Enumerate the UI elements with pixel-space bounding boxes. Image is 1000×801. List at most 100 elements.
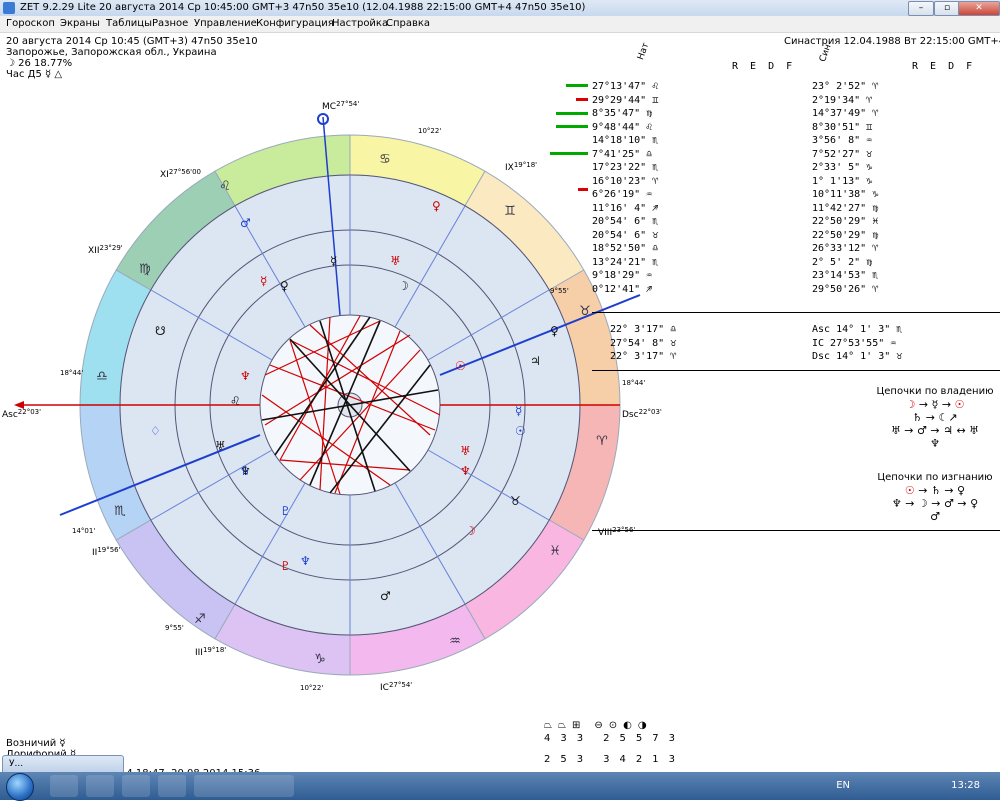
svg-text:♃: ♃	[530, 354, 541, 368]
svg-text:♍: ♍	[139, 262, 151, 277]
table-row[interactable]: 7°41'25" ♎	[592, 148, 658, 162]
svg-text:☿: ☿	[330, 254, 337, 268]
table-separator	[592, 312, 1000, 313]
table-row[interactable]: 0°12'41" ♐	[592, 283, 658, 297]
table-row[interactable]: 2°19'34" ♈	[812, 94, 878, 108]
menu-screens[interactable]: Экраны	[60, 18, 100, 29]
table-row[interactable]: 11°16' 4" ♐	[592, 202, 658, 216]
table-row[interactable]: 29°50'26" ♈	[812, 283, 878, 297]
natal-header: Нат	[636, 41, 652, 62]
table-row[interactable]: Asc 14° 1' 3" ♏	[812, 323, 902, 337]
table-row[interactable]: 2°33' 5" ♑	[812, 161, 878, 175]
natal-cols: R E D F	[732, 61, 793, 72]
vozn-label: Возничий ☿	[6, 738, 66, 749]
taskbar-icon[interactable]	[122, 775, 150, 797]
table-row[interactable]: 23° 2'52" ♈	[812, 80, 878, 94]
taskbar: EN 13:28	[0, 772, 1000, 801]
exile-chains-title: Цепочки по изгнанию	[877, 472, 993, 483]
table-row[interactable]: 18°52'50" ♎	[592, 242, 658, 256]
table-row[interactable]: 16°10'23" ♈	[592, 175, 658, 189]
table-separator	[592, 530, 1000, 531]
table-row[interactable]: 14°18'10" ♏	[592, 134, 658, 148]
menu-horoscope[interactable]: Гороскоп	[6, 18, 55, 29]
svg-text:♐: ♐	[194, 612, 206, 627]
table-row[interactable]: 7°52'27" ♉	[812, 148, 878, 162]
deg-label: 10°22'	[300, 684, 323, 692]
natal-angles-table: 22° 3'17" ♎ 27°54' 8" ♉ 22° 3'17" ♈	[610, 323, 676, 364]
table-row[interactable]: IC 27°53'55" ♒	[812, 337, 902, 351]
table-row[interactable]: 23°14'53" ♏	[812, 269, 878, 283]
table-row[interactable]: 2° 5' 2" ♍	[812, 256, 878, 270]
svg-text:♓: ♓	[549, 544, 561, 559]
app-icon	[3, 2, 15, 14]
svg-text:♒: ♒	[449, 634, 461, 649]
owner-chains-diagram: ☽ → ☿ → ☉ ♄ → ☾↗ ♅ → ♂ → ♃ ↔ ♅ ♆	[890, 398, 980, 450]
table-row[interactable]: 20°54' 6" ♏	[592, 215, 658, 229]
language-indicator[interactable]: EN	[836, 780, 850, 791]
svg-text:♎: ♎	[96, 369, 108, 384]
table-row[interactable]: 3°56' 8" ♒	[812, 134, 878, 148]
svg-text:♆: ♆	[300, 554, 311, 568]
table-row[interactable]: 10°11'38" ♑	[812, 188, 878, 202]
table-row[interactable]: 20°54' 6" ♉	[592, 229, 658, 243]
start-button[interactable]	[6, 773, 34, 801]
table-row[interactable]: 27°54' 8" ♉	[610, 337, 676, 351]
window-title: ZET 9.2.29 Lite 20 августа 2014 Ср 10:45…	[20, 2, 586, 13]
strength-bar	[556, 125, 588, 128]
svg-text:♢: ♢	[150, 424, 161, 438]
menu-bar: Гороскоп Экраны Таблицы Разное Управлени…	[0, 16, 1000, 33]
table-row[interactable]: 11°42'27" ♍	[812, 202, 878, 216]
svg-text:♉: ♉	[579, 304, 591, 319]
deg-label: 9°55'	[165, 624, 184, 632]
menu-settings[interactable]: Настройка	[332, 18, 388, 29]
cusp-11-label: XI27°56'00	[160, 168, 201, 180]
owner-chains-title: Цепочки по владению	[876, 386, 994, 397]
table-row[interactable]: 14°37'49" ♈	[812, 107, 878, 121]
strength-bar	[566, 84, 588, 87]
asc-label: Asc22°03'	[2, 408, 41, 420]
table-row[interactable]: 8°30'51" ♊	[812, 121, 878, 135]
table-row[interactable]: 22° 3'17" ♎	[610, 323, 676, 337]
table-row[interactable]: 27°13'47" ♌	[592, 80, 658, 94]
synastry-positions-table[interactable]: 23° 2'52" ♈ 2°19'34" ♈ 14°37'49" ♈ 8°30'51"…	[812, 80, 878, 296]
svg-text:♅: ♅	[460, 444, 471, 458]
table-row[interactable]: 9°48'44" ♌	[592, 121, 658, 135]
svg-text:♆: ♆	[240, 369, 251, 383]
table-row[interactable]: 22°50'29" ♓	[812, 215, 878, 229]
table-row[interactable]: 22° 3'17" ♈	[610, 350, 676, 364]
table-row[interactable]: 17°23'22" ♏	[592, 161, 658, 175]
close-button[interactable]: ✕	[958, 1, 1000, 16]
table-row[interactable]: 9°18'29" ♒	[592, 269, 658, 283]
table-row[interactable]: 22°50'29" ♍	[812, 229, 878, 243]
taskbar-app-button[interactable]	[194, 775, 294, 797]
svg-text:☉: ☉	[455, 359, 466, 373]
taskbar-icon[interactable]	[158, 775, 186, 797]
table-row[interactable]: 1° 1'13" ♑	[812, 175, 878, 189]
clock[interactable]: 13:28	[951, 780, 980, 791]
menu-tables[interactable]: Таблицы	[106, 18, 152, 29]
deg-label: 10°22'	[418, 127, 441, 135]
table-row[interactable]: 13°24'21" ♏	[592, 256, 658, 270]
menu-help[interactable]: Справка	[386, 18, 430, 29]
strength-bar	[550, 152, 588, 155]
svg-text:♀: ♀	[432, 199, 441, 213]
table-row[interactable]: 8°35'47" ♍	[592, 107, 658, 121]
svg-text:☉: ☉	[515, 424, 526, 438]
table-row[interactable]: 29°29'44" ♊	[592, 94, 658, 108]
svg-text:♋: ♋	[379, 152, 391, 167]
svg-text:☿: ☿	[515, 404, 522, 418]
menu-config[interactable]: Конфигурация	[256, 18, 334, 29]
table-row[interactable]: 26°33'12" ♈	[812, 242, 878, 256]
svg-text:♊: ♊	[504, 204, 516, 219]
menu-control[interactable]: Управление	[194, 18, 257, 29]
table-row[interactable]: Dsc 14° 1' 3" ♉	[812, 350, 902, 364]
table-row[interactable]: 6°26'19" ♒	[592, 188, 658, 202]
taskbar-icon[interactable]	[50, 775, 78, 797]
taskbar-icon[interactable]	[86, 775, 114, 797]
maximize-button[interactable]: ▫	[934, 1, 960, 16]
svg-text:♆: ♆	[460, 464, 471, 478]
menu-misc[interactable]: Разное	[152, 18, 188, 29]
natal-positions-table[interactable]: 27°13'47" ♌ 29°29'44" ♊ 8°35'47" ♍ 9°48'44"…	[592, 80, 658, 296]
minimize-button[interactable]: –	[908, 1, 934, 16]
svg-text:♑: ♑	[314, 652, 326, 667]
